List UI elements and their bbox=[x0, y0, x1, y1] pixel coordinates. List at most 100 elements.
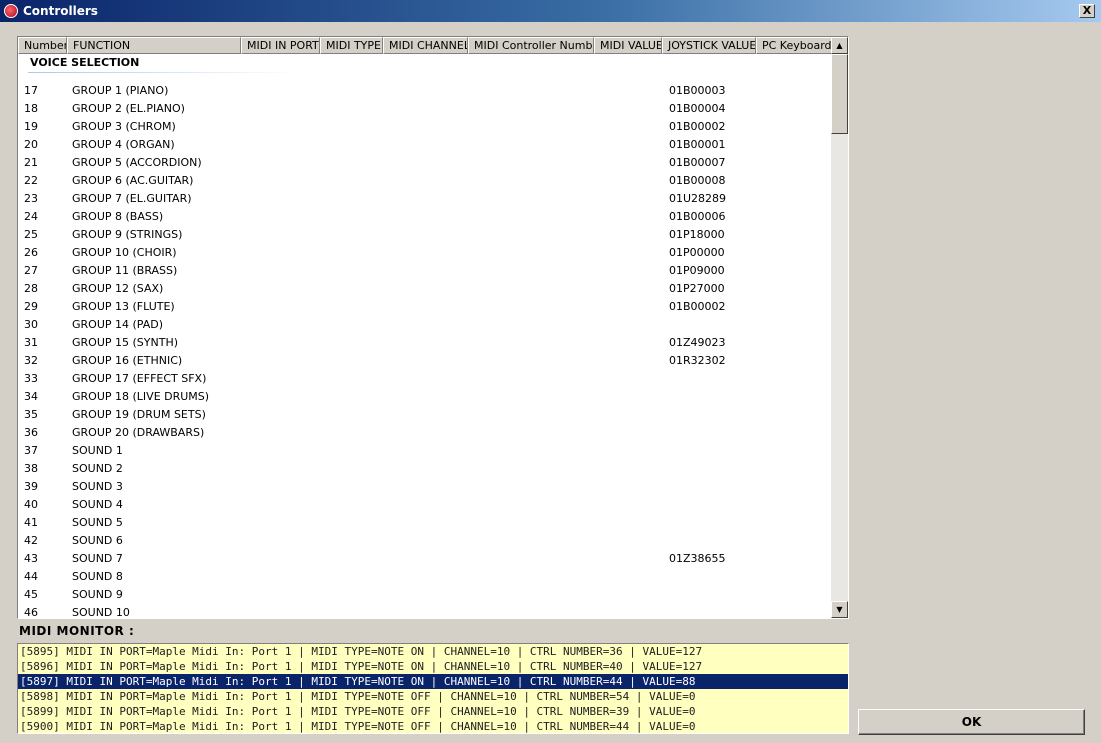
row-number: 45 bbox=[24, 588, 38, 601]
row-number: 25 bbox=[24, 228, 38, 241]
row-number: 24 bbox=[24, 210, 38, 223]
row-function: GROUP 3 (CHROM) bbox=[72, 120, 176, 133]
row-joystick-value: 01B00006 bbox=[669, 210, 726, 223]
row-joystick-value: 01R32302 bbox=[669, 354, 726, 367]
scroll-up-arrow-icon[interactable]: ▲ bbox=[831, 37, 848, 54]
row-function: SOUND 4 bbox=[72, 498, 123, 511]
table-row[interactable]: 41 SOUND 5 bbox=[18, 514, 832, 532]
table-row[interactable]: 45 SOUND 9 bbox=[18, 586, 832, 604]
monitor-line[interactable]: [5899] MIDI IN PORT=Maple Midi In: Port … bbox=[18, 704, 848, 719]
ok-button[interactable]: OK bbox=[858, 709, 1085, 735]
column-header[interactable]: MIDI IN PORT bbox=[241, 37, 320, 54]
row-joystick-value: 01B00002 bbox=[669, 300, 726, 313]
row-number: 19 bbox=[24, 120, 38, 133]
column-header[interactable]: MIDI TYPE bbox=[320, 37, 383, 54]
table-row[interactable]: 43 SOUND 7 01Z38655 bbox=[18, 550, 832, 568]
row-number: 31 bbox=[24, 336, 38, 349]
table-row[interactable]: 21 GROUP 5 (ACCORDION) 01B00007 bbox=[18, 154, 832, 172]
column-header[interactable]: Number bbox=[18, 37, 67, 54]
table-row[interactable]: 32 GROUP 16 (ETHNIC) 01R32302 bbox=[18, 352, 832, 370]
row-number: 22 bbox=[24, 174, 38, 187]
table-row[interactable]: 27 GROUP 11 (BRASS) 01P09000 bbox=[18, 262, 832, 280]
group-header-voice-selection[interactable]: VOICE SELECTION bbox=[18, 54, 832, 74]
table-row[interactable]: 36 GROUP 20 (DRAWBARS) bbox=[18, 424, 832, 442]
app-icon bbox=[4, 4, 18, 18]
column-header[interactable]: MIDI Controller Number bbox=[468, 37, 594, 54]
row-function: GROUP 5 (ACCORDION) bbox=[72, 156, 202, 169]
table-row[interactable]: 30 GROUP 14 (PAD) bbox=[18, 316, 832, 334]
row-function: SOUND 1 bbox=[72, 444, 123, 457]
row-joystick-value: 01B00008 bbox=[669, 174, 726, 187]
table-row[interactable]: 26 GROUP 10 (CHOIR) 01P00000 bbox=[18, 244, 832, 262]
table-row[interactable]: 39 SOUND 3 bbox=[18, 478, 832, 496]
monitor-line[interactable]: [5897] MIDI IN PORT=Maple Midi In: Port … bbox=[18, 674, 848, 689]
row-function: GROUP 17 (EFFECT SFX) bbox=[72, 372, 207, 385]
row-number: 37 bbox=[24, 444, 38, 457]
table-row[interactable]: 35 GROUP 19 (DRUM SETS) bbox=[18, 406, 832, 424]
table-row[interactable]: 40 SOUND 4 bbox=[18, 496, 832, 514]
row-number: 28 bbox=[24, 282, 38, 295]
monitor-line[interactable]: [5900] MIDI IN PORT=Maple Midi In: Port … bbox=[18, 719, 848, 733]
table-row[interactable]: 44 SOUND 8 bbox=[18, 568, 832, 586]
window-title: Controllers bbox=[23, 4, 98, 18]
midi-monitor-log[interactable]: [5895] MIDI IN PORT=Maple Midi In: Port … bbox=[17, 643, 849, 734]
row-function: SOUND 7 bbox=[72, 552, 123, 565]
column-header[interactable]: FUNCTION bbox=[67, 37, 241, 54]
table-row[interactable]: 18 GROUP 2 (EL.PIANO) 01B00004 bbox=[18, 100, 832, 118]
close-button[interactable]: X bbox=[1079, 4, 1095, 18]
list-rows: VOICE SELECTION 17 GROUP 1 (PIANO) 01B0000… bbox=[18, 54, 832, 618]
row-number: 30 bbox=[24, 318, 38, 331]
row-function: GROUP 19 (DRUM SETS) bbox=[72, 408, 206, 421]
table-row[interactable]: 33 GROUP 17 (EFFECT SFX) bbox=[18, 370, 832, 388]
column-header[interactable]: MIDI VALUE bbox=[594, 37, 662, 54]
row-function: GROUP 9 (STRINGS) bbox=[72, 228, 183, 241]
table-row[interactable]: 20 GROUP 4 (ORGAN) 01B00001 bbox=[18, 136, 832, 154]
monitor-line[interactable]: [5895] MIDI IN PORT=Maple Midi In: Port … bbox=[18, 644, 848, 659]
row-function: SOUND 5 bbox=[72, 516, 123, 529]
column-header[interactable]: MIDI CHANNEL bbox=[383, 37, 468, 54]
row-number: 18 bbox=[24, 102, 38, 115]
row-joystick-value: 01P18000 bbox=[669, 228, 725, 241]
table-row[interactable]: 38 SOUND 2 bbox=[18, 460, 832, 478]
table-row[interactable]: 19 GROUP 3 (CHROM) 01B00002 bbox=[18, 118, 832, 136]
row-function: SOUND 8 bbox=[72, 570, 123, 583]
list-vertical-scrollbar[interactable]: ▲ ▼ bbox=[831, 37, 848, 618]
row-number: 26 bbox=[24, 246, 38, 259]
controllers-list[interactable]: Number FUNCTION MIDI IN PORT MIDI TYPE MIDI … bbox=[17, 36, 849, 619]
scroll-down-arrow-icon[interactable]: ▼ bbox=[831, 601, 848, 618]
row-joystick-value: 01B00007 bbox=[669, 156, 726, 169]
row-function: GROUP 18 (LIVE DRUMS) bbox=[72, 390, 210, 403]
monitor-line[interactable]: [5896] MIDI IN PORT=Maple Midi In: Port … bbox=[18, 659, 848, 674]
column-header[interactable]: JOYSTICK VALUE bbox=[662, 37, 756, 54]
table-row[interactable]: 22 GROUP 6 (AC.GUITAR) 01B00008 bbox=[18, 172, 832, 190]
table-row[interactable]: 17 GROUP 1 (PIANO) 01B00003 bbox=[18, 82, 832, 100]
table-row[interactable]: 29 GROUP 13 (FLUTE) 01B00002 bbox=[18, 298, 832, 316]
list-header: Number FUNCTION MIDI IN PORT MIDI TYPE MIDI … bbox=[18, 37, 832, 54]
table-row[interactable]: 23 GROUP 7 (EL.GUITAR) 01U28289 bbox=[18, 190, 832, 208]
table-row[interactable]: 24 GROUP 8 (BASS) 01B00006 bbox=[18, 208, 832, 226]
row-function: GROUP 1 (PIANO) bbox=[72, 84, 169, 97]
table-row[interactable]: 28 GROUP 12 (SAX) 01P27000 bbox=[18, 280, 832, 298]
table-row[interactable]: 42 SOUND 6 bbox=[18, 532, 832, 550]
table-row[interactable]: 46 SOUND 10 bbox=[18, 604, 832, 618]
row-function: GROUP 12 (SAX) bbox=[72, 282, 164, 295]
table-row[interactable]: 31 GROUP 15 (SYNTH) 01Z49023 bbox=[18, 334, 832, 352]
row-number: 35 bbox=[24, 408, 38, 421]
monitor-line[interactable]: [5898] MIDI IN PORT=Maple Midi In: Port … bbox=[18, 689, 848, 704]
row-joystick-value: 01Z38655 bbox=[669, 552, 726, 565]
table-row[interactable]: 34 GROUP 18 (LIVE DRUMS) bbox=[18, 388, 832, 406]
row-number: 29 bbox=[24, 300, 38, 313]
title-bar: Controllers X bbox=[0, 0, 1101, 22]
row-number: 43 bbox=[24, 552, 38, 565]
row-number: 27 bbox=[24, 264, 38, 277]
row-function: GROUP 10 (CHOIR) bbox=[72, 246, 177, 259]
row-function: SOUND 6 bbox=[72, 534, 123, 547]
row-joystick-value: 01B00001 bbox=[669, 138, 726, 151]
table-row[interactable]: 37 SOUND 1 bbox=[18, 442, 832, 460]
row-number: 32 bbox=[24, 354, 38, 367]
table-row[interactable]: 25 GROUP 9 (STRINGS) 01P18000 bbox=[18, 226, 832, 244]
scroll-thumb[interactable] bbox=[831, 54, 848, 134]
row-function: SOUND 9 bbox=[72, 588, 123, 601]
column-header[interactable]: PC Keyboard bbox=[756, 37, 832, 54]
